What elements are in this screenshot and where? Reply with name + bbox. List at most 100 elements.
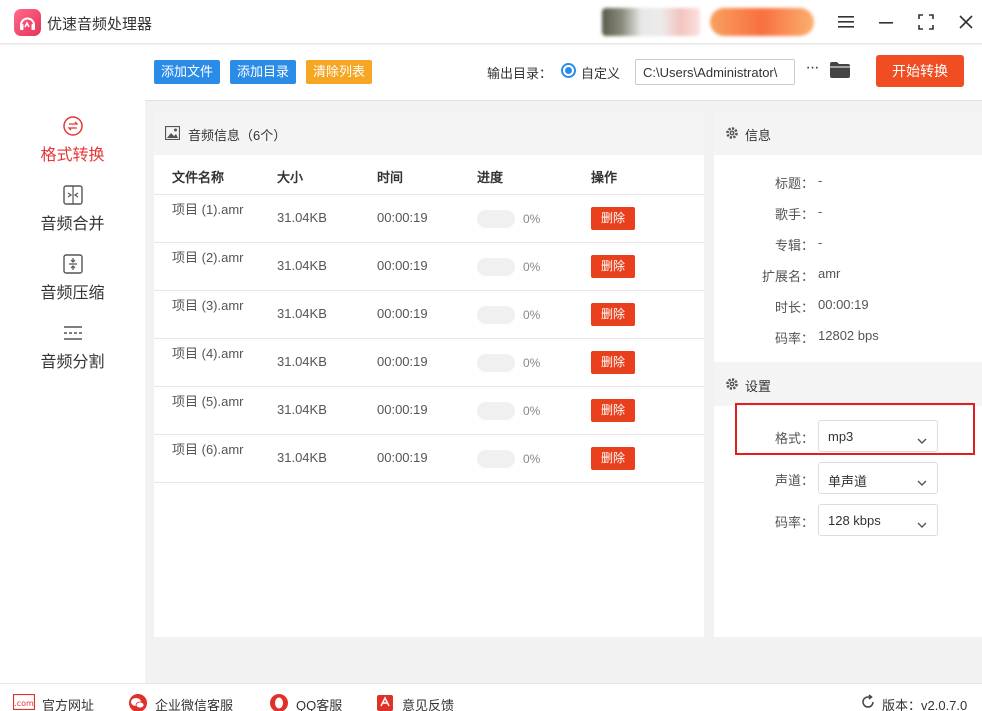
wechat-icon [127,694,149,711]
channel-select-value: 单声道 [828,474,868,489]
column-header-progress: 进度 [477,170,504,185]
properties-panel: 信息 标题： - 歌手： - 专辑： - 扩展名： amr 时长： 00:00:… [714,111,982,637]
gear-icon [725,126,739,143]
progress-percent: 0% [523,308,541,322]
clear-list-button[interactable]: 清除列表 [306,60,373,84]
progress-percent: 0% [523,212,541,226]
progress-bar [477,402,515,420]
qq-icon [268,694,290,711]
feedback-link[interactable]: 意见反馈 [402,695,454,711]
progress-bar [477,450,515,468]
wechat-support-link[interactable]: 企业微信客服 [155,695,233,711]
minimize-icon[interactable] [872,8,900,36]
info-label-bitrate: 码率： [774,331,814,346]
format-convert-icon [0,115,145,137]
table-row[interactable]: 项目 (6).amr 31.04KB 00:00:19 0% 删除 [154,434,704,482]
file-size: 31.04KB [277,210,327,225]
user-avatar[interactable] [602,8,700,36]
table-bottom-border [154,482,704,483]
file-list-panel: 音频信息（6个） 文件名称 大小 时间 进度 操作 项目 (1).amr 31.0… [154,111,704,637]
info-label-title: 标题： [774,176,814,191]
chevron-down-icon [917,475,927,490]
info-label-artist: 歌手： [774,207,814,222]
version-label[interactable]: 版本：v2.0.7.0 [882,695,967,711]
file-duration: 00:00:19 [377,258,428,273]
file-list-header: 音频信息（6个） [154,111,704,155]
delete-button[interactable]: 删除 [591,255,635,278]
info-value-bitrate: 12802 bps [818,328,879,343]
file-name: 项目 (4).amr [172,346,244,361]
table-row[interactable]: 项目 (5).amr 31.04KB 00:00:19 0% 删除 [154,386,704,434]
column-header-name: 文件名称 [172,170,225,185]
chevron-down-icon [917,433,927,448]
table-row[interactable]: 项目 (1).amr 31.04KB 00:00:19 0% 删除 [154,194,704,242]
sidebar-item-audio-split[interactable]: 音频分割 [0,322,145,386]
footer-bar: .com 官方网址 企业微信客服 QQ客服 意见反馈 版本：v2.0.7.0 [0,683,982,711]
format-select[interactable]: mp3 [818,420,938,452]
delete-button[interactable]: 删除 [591,351,635,374]
browse-more-button[interactable]: ··· [802,59,822,83]
sidebar: 格式转换 音频合并 音频压缩 音频分割 [0,45,145,683]
sidebar-item-audio-merge[interactable]: 音频合并 [0,184,145,248]
close-icon[interactable] [952,8,980,36]
delete-button[interactable]: 删除 [591,399,635,422]
add-file-button[interactable]: 添加文件 [154,60,221,84]
start-convert-button[interactable]: 开始转换 [876,55,964,87]
info-section-header: 信息 [714,111,982,155]
custom-output-radio[interactable] [561,63,576,78]
bitrate-select[interactable]: 128 kbps [818,504,938,536]
folder-icon[interactable] [829,61,851,82]
info-value-extension: amr [818,266,841,281]
delete-button[interactable]: 删除 [591,447,635,470]
table-row[interactable]: 项目 (2).amr 31.04KB 00:00:19 0% 删除 [154,242,704,290]
delete-button[interactable]: 删除 [591,207,635,230]
file-name: 项目 (5).amr [172,394,244,409]
audio-split-icon [0,322,145,344]
image-icon [164,125,181,143]
bitrate-select-value: 128 kbps [828,513,881,528]
delete-button[interactable]: 删除 [591,303,635,326]
output-path-input[interactable] [635,59,795,85]
sidebar-item-audio-compress[interactable]: 音频压缩 [0,253,145,317]
app-logo-icon [14,9,41,36]
file-duration: 00:00:19 [377,210,428,225]
sidebar-item-label: 音频合并 [40,216,105,233]
info-label-duration: 时长： [774,300,814,315]
file-size: 31.04KB [277,402,327,417]
custom-output-label[interactable]: 自定义 [581,63,620,82]
official-website-link[interactable]: 官方网址 [42,695,94,711]
progress-percent: 0% [523,356,541,370]
toolbar: 添加文件 添加目录 清除列表 输出目录： 自定义 ··· 开始转换 [145,45,982,101]
info-label-extension: 扩展名： [761,269,814,284]
channel-label: 声道： [774,473,814,488]
table-row[interactable]: 项目 (4).amr 31.04KB 00:00:19 0% 删除 [154,338,704,386]
table-row[interactable]: 项目 (3).amr 31.04KB 00:00:19 0% 删除 [154,290,704,338]
format-select-value: mp3 [828,429,854,444]
qq-support-link[interactable]: QQ客服 [296,695,342,711]
sidebar-item-format-convert[interactable]: 格式转换 [0,115,145,179]
progress-bar [477,210,515,228]
column-header-action: 操作 [591,170,618,185]
feedback-icon [376,694,394,711]
settings-section-header: 设置 [714,362,982,406]
file-duration: 00:00:19 [377,306,428,321]
add-directory-button[interactable]: 添加目录 [230,60,297,84]
settings-section-title: 设置 [745,379,772,394]
maximize-icon[interactable] [912,8,940,36]
output-dir-label: 输出目录： [487,66,553,81]
menu-icon[interactable] [832,8,860,36]
progress-percent: 0% [523,260,541,274]
progress-percent: 0% [523,452,541,466]
sidebar-item-label: 格式转换 [40,147,105,164]
file-name: 项目 (1).amr [172,202,244,217]
file-duration: 00:00:19 [377,402,428,417]
sidebar-item-label: 音频压缩 [40,285,105,302]
file-duration: 00:00:19 [377,354,428,369]
progress-bar [477,306,515,324]
channel-select[interactable]: 单声道 [818,462,938,494]
website-icon: .com [12,693,36,711]
file-size: 31.04KB [277,306,327,321]
file-size: 31.04KB [277,258,327,273]
user-account-badge[interactable] [710,8,814,36]
audio-merge-icon [0,184,145,206]
